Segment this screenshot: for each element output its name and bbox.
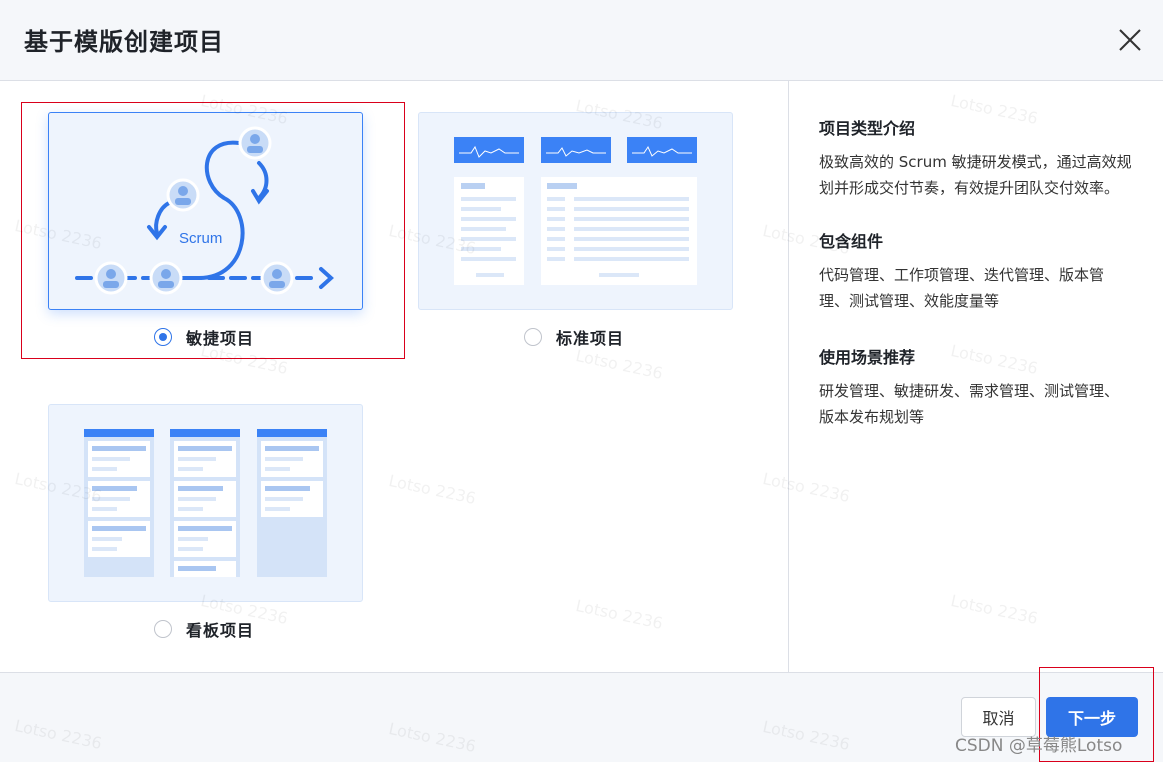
csdn-credit: CSDN @草莓熊Lotso <box>955 736 1123 756</box>
dialog-title: 基于模版创建项目 <box>24 28 224 56</box>
usage-title: 使用场景推荐 <box>819 348 916 367</box>
agile-thumbnail: Scrum <box>48 112 363 310</box>
template-card-standard[interactable]: 标准项目 <box>418 112 733 352</box>
template-card-agile[interactable]: Scrum 敏捷项目 <box>48 112 363 352</box>
template-label-kanban: 看板项目 <box>186 621 255 640</box>
template-option-kanban[interactable]: 看板项目 <box>154 618 254 640</box>
close-icon <box>1119 29 1141 51</box>
template-label-standard: 标准项目 <box>556 329 625 348</box>
radio-agile[interactable] <box>154 328 172 346</box>
kanban-thumbnail <box>48 404 363 602</box>
scrum-label: Scrum <box>179 230 222 247</box>
intro-text: 极致高效的 Scrum 敏捷研发模式，通过高效规划并形成交付节奏，有效提升团队交… <box>819 153 1132 197</box>
close-button[interactable] <box>1114 24 1146 56</box>
template-option-standard[interactable]: 标准项目 <box>524 326 624 348</box>
template-card-kanban[interactable]: 看板项目 <box>48 404 363 644</box>
radio-kanban[interactable] <box>154 620 172 638</box>
usage-text: 研发管理、敏捷研发、需求管理、测试管理、版本发布规划等 <box>819 382 1120 426</box>
standard-thumbnail <box>418 112 733 310</box>
template-option-agile[interactable]: 敏捷项目 <box>154 326 254 348</box>
template-list: Scrum 敏捷项目 标准项目 看板项目 <box>0 81 788 672</box>
dialog-body: Scrum 敏捷项目 标准项目 看板项目 项目类型介绍 极致高效的 Scrum … <box>0 81 1163 672</box>
dialog-header: 基于模版创建项目 <box>0 0 1163 81</box>
includes-title: 包含组件 <box>819 232 884 251</box>
radio-standard[interactable] <box>524 328 542 346</box>
intro-title: 项目类型介绍 <box>819 119 916 138</box>
includes-text: 代码管理、工作项管理、迭代管理、版本管理、测试管理、效能度量等 <box>819 266 1105 310</box>
template-label-agile: 敏捷项目 <box>186 329 255 348</box>
template-info-panel: 项目类型介绍 极致高效的 Scrum 敏捷研发模式，通过高效规划并形成交付节奏，… <box>789 81 1163 672</box>
